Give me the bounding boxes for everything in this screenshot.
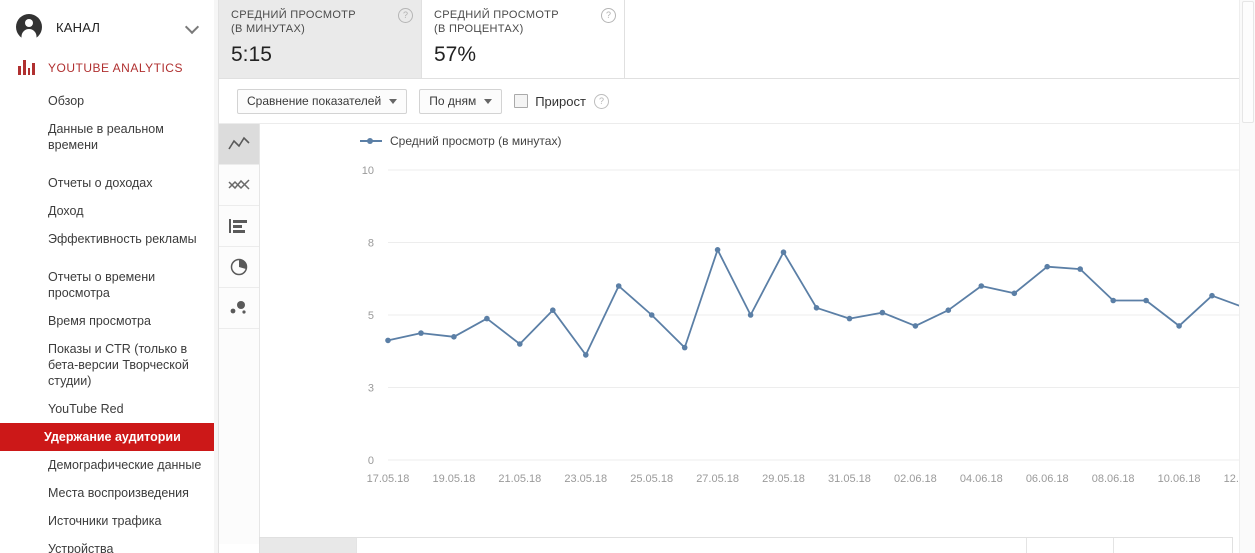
delta-checkbox[interactable] xyxy=(514,94,529,108)
analytics-header-label: YOUTUBE ANALYTICS xyxy=(48,60,183,75)
bar-chart-icon xyxy=(18,60,35,75)
analytics-header: YOUTUBE ANALYTICS xyxy=(0,54,218,85)
metric-card-title-line2: (В МИНУТАХ) xyxy=(231,23,306,35)
line-chart-icon xyxy=(228,136,250,150)
svg-text:3: 3 xyxy=(368,383,374,395)
svg-text:08.06.18: 08.06.18 xyxy=(1092,473,1135,485)
table-header-cell xyxy=(357,538,1027,553)
sidebar-item-demographics[interactable]: Демографические данные xyxy=(0,451,218,479)
svg-text:17.05.18: 17.05.18 xyxy=(367,473,410,485)
sidebar-item-realtime[interactable]: Данные в реальном времени xyxy=(0,115,218,159)
sidebar-item-youtube-red[interactable]: YouTube Red xyxy=(0,395,218,423)
svg-text:21.05.18: 21.05.18 xyxy=(498,473,541,485)
metric-card-value: 57% xyxy=(434,43,477,66)
chart-type-rail xyxy=(219,124,260,544)
sidebar-item-revenue[interactable]: Доход xyxy=(0,197,218,225)
svg-text:0: 0 xyxy=(368,455,374,467)
data-table-header xyxy=(259,537,1233,553)
metric-card-average-view-percentage[interactable]: СРЕДНИЙ ПРОСМОТР (В ПРОЦЕНТАХ) 57% ? xyxy=(422,0,625,78)
metric-card-title-line2: (В ПРОЦЕНТАХ) xyxy=(434,23,524,35)
metric-card-title-line1: СРЕДНИЙ ПРОСМОТР xyxy=(434,9,559,21)
main-scrollbar-thumb[interactable] xyxy=(1242,1,1254,123)
sidebar-item-impressions-ctr[interactable]: Показы и CTR (только в бета-версии Творч… xyxy=(0,335,218,395)
svg-text:04.06.18: 04.06.18 xyxy=(960,473,1003,485)
bar-chart-horizontal-icon xyxy=(229,219,247,233)
svg-text:19.05.18: 19.05.18 xyxy=(433,473,476,485)
svg-text:27.05.18: 27.05.18 xyxy=(696,473,739,485)
svg-text:23.05.18: 23.05.18 xyxy=(564,473,607,485)
sidebar-item-overview[interactable]: Обзор xyxy=(0,87,218,115)
sidebar-scrollbar[interactable] xyxy=(214,0,218,553)
svg-text:31.05.18: 31.05.18 xyxy=(828,473,871,485)
chart-type-bubble[interactable] xyxy=(219,288,259,329)
help-icon[interactable]: ? xyxy=(593,93,609,109)
sidebar-item-watchtime-reports[interactable]: Отчеты о времени просмотра xyxy=(0,263,218,307)
metric-cards-filler xyxy=(625,0,1255,78)
metric-card-title: СРЕДНИЙ ПРОСМОТР (В МИНУТАХ) xyxy=(231,8,411,36)
chevron-down-icon xyxy=(389,98,398,104)
table-header-cell xyxy=(1027,538,1114,553)
granularity-label: По дням xyxy=(429,94,477,108)
compare-metrics-label: Сравнение показателей xyxy=(247,94,382,108)
delta-label: Прирост xyxy=(535,93,586,109)
svg-text:25.05.18: 25.05.18 xyxy=(630,473,673,485)
channel-name: КАНАЛ xyxy=(56,19,101,35)
retention-line-chart[interactable]: 0 3 5 8 10 17.05.18 19.05.18 21.05.18 23.05.18 25… xyxy=(260,124,1255,544)
svg-text:06.06.18: 06.06.18 xyxy=(1026,473,1069,485)
metric-card-value: 5:15 xyxy=(231,43,272,66)
metric-card-title-line1: СРЕДНИЙ ПРОСМОТР xyxy=(231,9,356,21)
metric-card-average-view-duration[interactable]: СРЕДНИЙ ПРОСМОТР (В МИНУТАХ) 5:15 ? xyxy=(219,0,422,78)
help-icon[interactable]: ? xyxy=(398,8,413,23)
sidebar-item-traffic-sources[interactable]: Источники трафика xyxy=(0,507,218,535)
granularity-dropdown[interactable]: По дням xyxy=(419,88,503,114)
sidebar-item-devices[interactable]: Устройства xyxy=(0,535,218,553)
main-content: СРЕДНИЙ ПРОСМОТР (В МИНУТАХ) 5:15 ? СРЕД… xyxy=(219,0,1255,553)
multi-line-chart-icon xyxy=(228,179,250,190)
account-circle-icon xyxy=(16,14,42,40)
sidebar-item-ad-performance[interactable]: Эффективность рекламы xyxy=(0,225,218,253)
sidebar-nav: Обзор Данные в реальном времени Отчеты о… xyxy=(0,85,218,553)
svg-text:8: 8 xyxy=(368,238,374,250)
svg-text:10: 10 xyxy=(362,165,374,177)
help-icon[interactable]: ? xyxy=(601,8,616,23)
svg-text:29.05.18: 29.05.18 xyxy=(762,473,805,485)
chart-body: Средний просмотр (в минутах) 0 3 5 8 10 17.05… xyxy=(219,124,1255,544)
chart-type-multi-line[interactable] xyxy=(219,165,259,206)
sidebar-item-audience-retention[interactable]: Удержание аудитории xyxy=(0,423,218,451)
metric-card-title: СРЕДНИЙ ПРОСМОТР (В ПРОЦЕНТАХ) xyxy=(434,8,614,36)
chart-type-line[interactable] xyxy=(219,124,259,165)
sidebar: КАНАЛ YOUTUBE ANALYTICS Обзор Данные в р… xyxy=(0,0,219,553)
metric-cards: СРЕДНИЙ ПРОСМОТР (В МИНУТАХ) 5:15 ? СРЕД… xyxy=(219,0,1255,79)
table-header-cell xyxy=(260,538,357,553)
globe-chart-icon xyxy=(230,258,248,276)
chart-type-bar[interactable] xyxy=(219,206,259,247)
delta-checkbox-group[interactable]: Прирост ? xyxy=(514,93,609,109)
app-root: КАНАЛ YOUTUBE ANALYTICS Обзор Данные в р… xyxy=(0,0,1255,553)
svg-text:10.06.18: 10.06.18 xyxy=(1158,473,1201,485)
svg-text:02.06.18: 02.06.18 xyxy=(894,473,937,485)
sidebar-item-revenue-reports[interactable]: Отчеты о доходах xyxy=(0,169,218,197)
plot-area: Средний просмотр (в минутах) 0 3 5 8 10 17.05… xyxy=(260,124,1255,544)
sidebar-item-watch-time[interactable]: Время просмотра xyxy=(0,307,218,335)
channel-selector[interactable]: КАНАЛ xyxy=(0,0,218,54)
sidebar-item-playback-locations[interactable]: Места воспроизведения xyxy=(0,479,218,507)
chevron-down-icon xyxy=(484,98,493,104)
table-header-cell xyxy=(1114,538,1232,553)
chevron-down-icon[interactable] xyxy=(186,20,200,34)
chart-toolbar: Сравнение показателей По дням Прирост ? xyxy=(219,79,1255,124)
bubble-chart-icon xyxy=(230,301,246,314)
compare-metrics-dropdown[interactable]: Сравнение показателей xyxy=(237,88,408,114)
svg-text:5: 5 xyxy=(368,310,374,322)
chart-type-geo[interactable] xyxy=(219,247,259,288)
main-scrollbar[interactable] xyxy=(1239,0,1255,553)
